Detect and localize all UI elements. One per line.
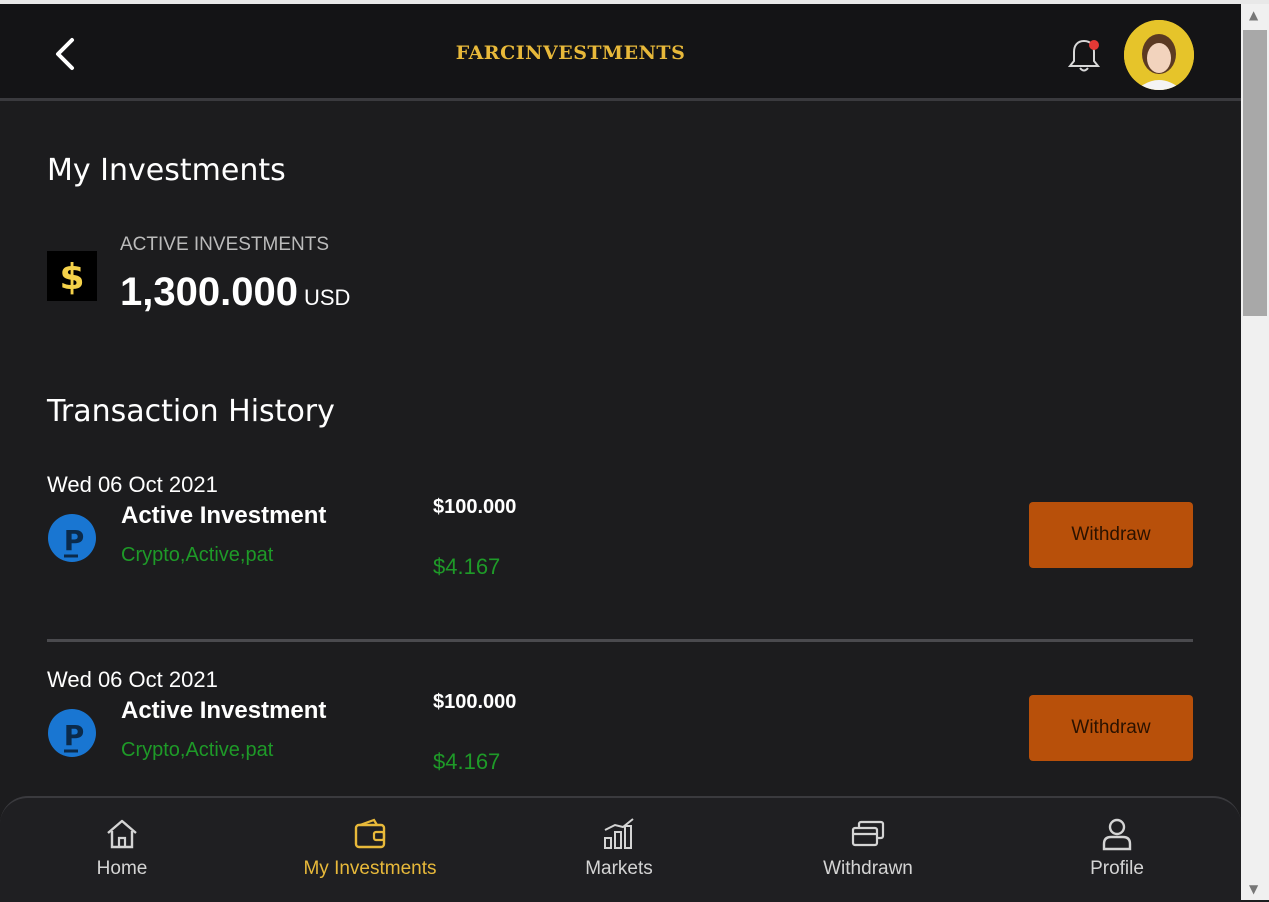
chart-icon [604,818,634,849]
transaction-row: Wed 06 Oct 2021 P Active Investment Cryp… [0,667,1241,817]
user-icon [1102,818,1132,851]
cards-icon [851,820,885,847]
transaction-tags: Crypto,Active,pat [121,544,274,566]
notification-dot [1089,40,1099,50]
transaction-profit: $4.167 [433,749,501,774]
transaction-tags: Crypto,Active,pat [121,739,274,761]
nav-label-home: Home [96,858,148,879]
withdraw-button[interactable]: Withdraw [1029,695,1193,761]
transaction-row: Wed 06 Oct 2021 P Active Investment Cryp… [0,472,1241,622]
header-divider [0,98,1241,101]
nav-item-home[interactable]: Home [32,816,212,880]
nav-item-my-investments[interactable]: My Investments [280,816,460,880]
transaction-name: Active Investment [121,697,327,724]
active-investments-amount: 1,300.000 USD [120,270,350,315]
active-investments-label: ACTIVE INVESTMENTS [120,234,330,255]
page-title: My Investments [47,153,286,188]
dollar-icon: $ [47,251,97,301]
scroll-down-arrow-icon[interactable]: ▼ [1249,882,1258,896]
home-icon [107,819,137,849]
withdraw-button[interactable]: Withdraw [1029,502,1193,568]
transaction-date: Wed 06 Oct 2021 [47,472,218,497]
amount-value: 1,300.000 [120,270,298,314]
crypto-coin-icon: P [48,709,96,757]
nav-item-withdrawn[interactable]: Withdrawn [778,816,958,880]
transaction-amount: $100.000 [433,496,517,518]
crypto-coin-icon: P [48,514,96,562]
avatar-image [1124,20,1194,90]
app-header: FARCINVESTMENTS [0,4,1241,98]
nav-item-profile[interactable]: Profile [1027,816,1207,880]
user-avatar[interactable] [1124,20,1194,90]
transaction-amount: $100.000 [433,691,517,713]
nav-label-withdrawn: Withdrawn [823,858,913,879]
notifications-button[interactable] [1064,36,1104,76]
nav-label-my-investments: My Investments [303,858,437,879]
transaction-date: Wed 06 Oct 2021 [47,667,218,692]
transaction-profit: $4.167 [433,554,501,579]
nav-label-markets: Markets [585,858,653,879]
nav-item-markets[interactable]: Markets [529,816,709,880]
svg-text:P: P [64,524,85,557]
scrollbar-thumb[interactable] [1243,30,1267,316]
nav-label-profile: Profile [1090,858,1144,879]
scroll-up-arrow-icon[interactable]: ▲ [1249,8,1258,22]
transaction-divider [47,639,1193,642]
transaction-history-title: Transaction History [47,394,335,429]
currency-unit: USD [303,285,351,310]
scrollbar[interactable]: ▲ ▼ [1241,4,1269,900]
bottom-navigation: Home My Investments Markets Withdrawn Pr… [0,796,1241,902]
svg-text:P: P [64,719,85,752]
brand-title: FARCINVESTMENTS [455,42,686,64]
svg-text:$: $ [59,257,84,297]
wallet-icon [354,818,386,849]
transaction-name: Active Investment [121,502,327,529]
